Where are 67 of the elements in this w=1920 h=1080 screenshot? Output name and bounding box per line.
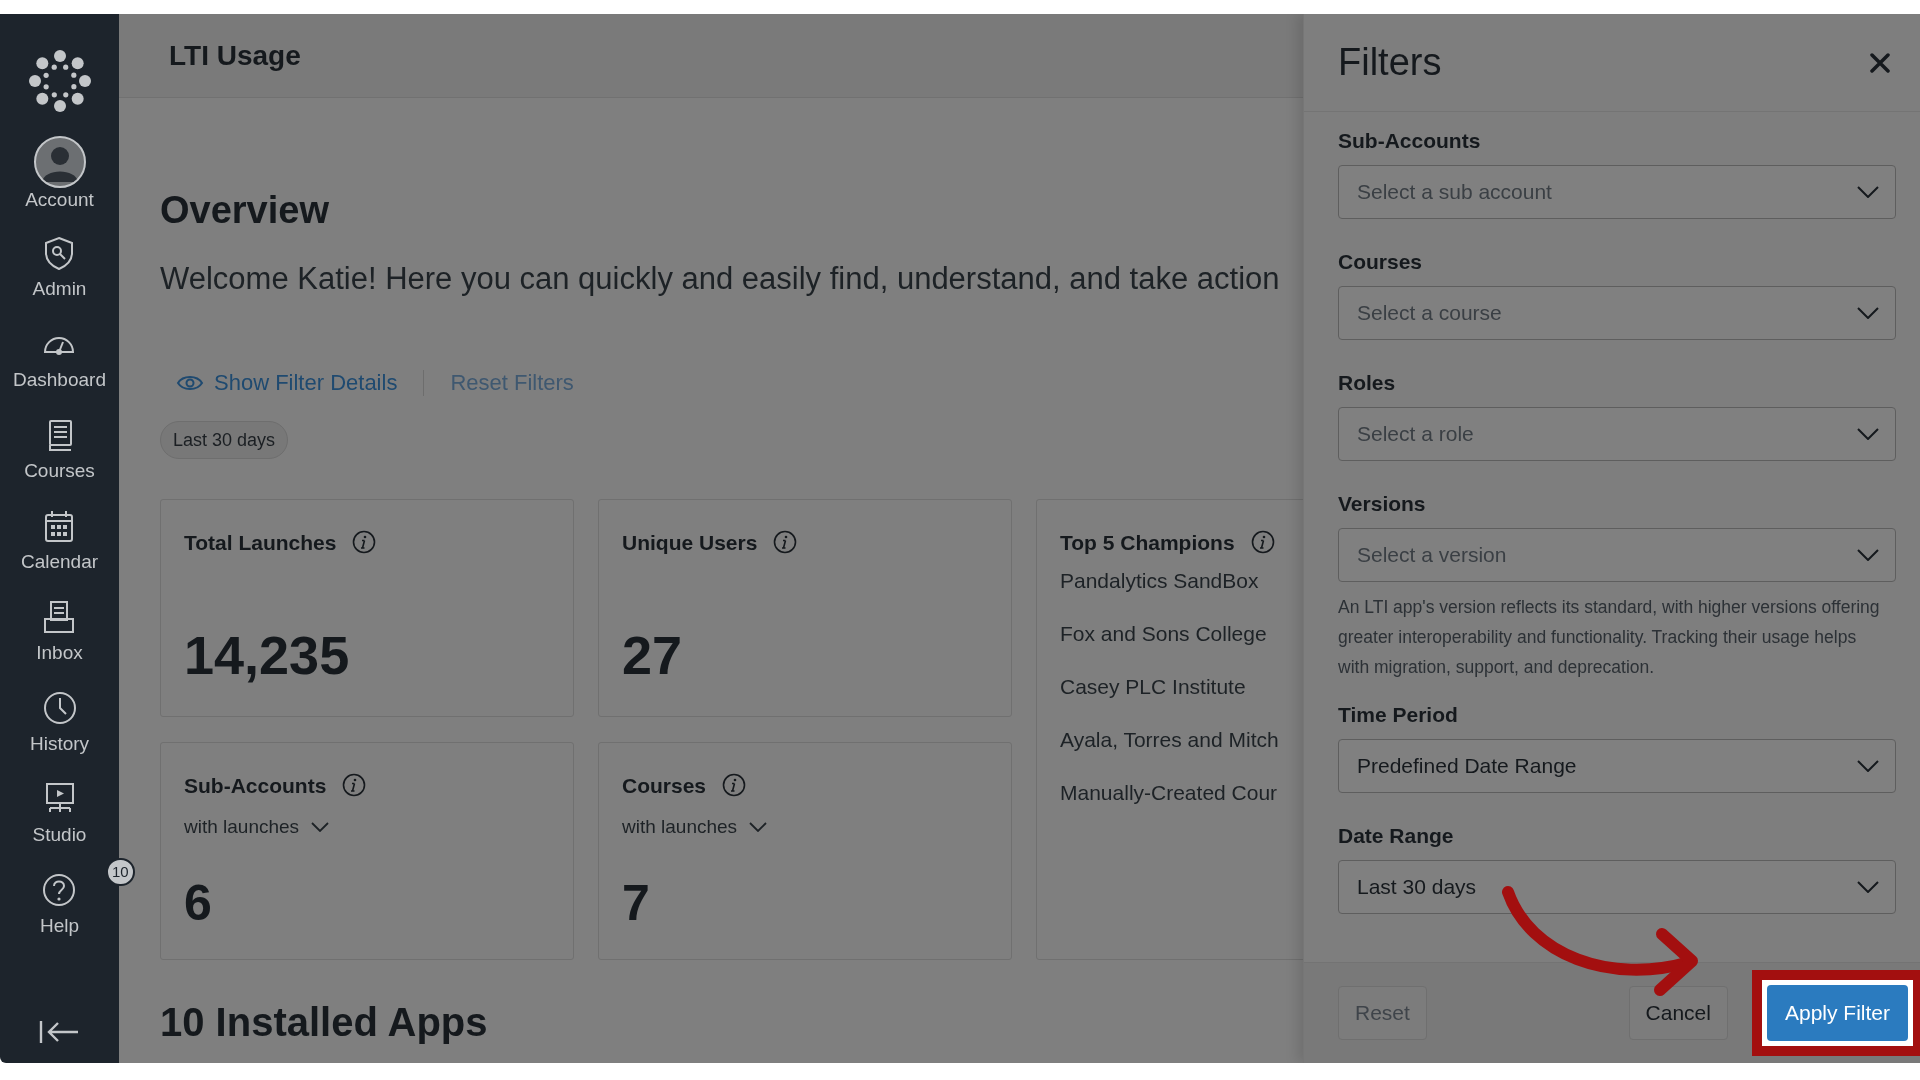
nav-item[interactable]: Studio xyxy=(32,769,87,860)
clock-icon xyxy=(41,690,78,726)
collapse-icon[interactable] xyxy=(38,1019,80,1045)
launches-dropdown[interactable]: with launches xyxy=(622,813,768,842)
show-filter-details-link[interactable]: Show Filter Details xyxy=(176,366,398,399)
nav-item[interactable]: Admin xyxy=(32,223,87,314)
filter-button[interactable]: Cancel xyxy=(1628,986,1728,1040)
nav-item[interactable]: History xyxy=(29,678,90,769)
stat-value: 7 xyxy=(622,877,650,928)
page-title: LTI Usage xyxy=(169,38,301,73)
info-icon[interactable] xyxy=(342,773,367,797)
logo-icon[interactable] xyxy=(28,50,91,112)
stat-value: 6 xyxy=(184,877,212,928)
card-title: Total Launches xyxy=(184,531,337,553)
chevron-down-icon xyxy=(1857,307,1879,319)
field-label: Date Range xyxy=(1338,825,1455,846)
champion-name: Pandalytics SandBox xyxy=(1060,570,1259,591)
avatar-icon xyxy=(33,136,86,188)
champion-name: Fox and Sons College xyxy=(1060,623,1267,644)
chevron-down-icon xyxy=(1857,428,1879,440)
info-icon[interactable] xyxy=(1250,530,1275,554)
nav-item[interactable]: Inbox xyxy=(36,587,83,678)
overview-heading: Overview xyxy=(160,191,330,229)
field-label: Roles xyxy=(1338,372,1397,393)
chevron-down-icon xyxy=(749,822,768,833)
eye-icon xyxy=(176,373,204,392)
chevron-down-icon xyxy=(1857,549,1879,561)
welcome-text: Welcome Katie! Here you can quickly and easily find, understand, and take action xyxy=(160,263,1281,294)
field-label: Courses xyxy=(1338,251,1424,272)
card-title: Unique Users xyxy=(622,531,758,553)
panel-title: Filters xyxy=(1338,40,1442,85)
chevron-down-icon xyxy=(1857,186,1879,198)
close-icon[interactable] xyxy=(1870,52,1890,73)
launches-dropdown[interactable]: with launches xyxy=(184,813,330,842)
info-icon[interactable] xyxy=(773,530,798,554)
champion-name: Ayala, Torres and Mitch xyxy=(1060,729,1279,750)
champion-name: Casey PLC Institute xyxy=(1060,676,1246,697)
champion-name: Manually-Created Cour xyxy=(1060,782,1278,803)
help-icon xyxy=(41,872,78,908)
field-label: Sub-Accounts xyxy=(1338,130,1482,151)
select-field[interactable]: Predefined Date Range xyxy=(1338,739,1896,793)
help-text: An LTI app's version reflects its standard, with higher versions offering greater interoperability and functionality. Tracking their usage helps with migration, support, and deprecation. xyxy=(1338,596,1881,679)
info-icon[interactable] xyxy=(722,773,747,797)
apply-filter-button[interactable]: Apply Filter xyxy=(1766,985,1908,1041)
select-field[interactable]: Select a version xyxy=(1338,528,1896,582)
field-label: Time Period xyxy=(1338,704,1459,725)
stat-value: 14,235 xyxy=(184,628,350,682)
card-title: Top 5 Champions xyxy=(1060,531,1235,553)
stat-value: 27 xyxy=(622,628,683,682)
installed-apps-heading: 10 Installed Apps xyxy=(160,1002,489,1042)
select-field[interactable]: Select a role xyxy=(1338,407,1896,461)
select-field[interactable]: Last 30 days xyxy=(1338,860,1896,914)
nav-item[interactable]: Dashboard xyxy=(13,314,106,405)
notification-badge: 10 xyxy=(105,858,135,886)
info-icon[interactable] xyxy=(352,530,377,554)
chevron-down-icon xyxy=(1857,760,1879,772)
nav-item[interactable]: Calendar xyxy=(20,496,99,587)
select-field[interactable]: Select a course xyxy=(1338,286,1896,340)
card-title: Sub-Accounts xyxy=(184,774,327,796)
chevron-down-icon xyxy=(311,822,330,833)
nav-item[interactable]: Account xyxy=(25,132,94,223)
nav-item[interactable]: Courses xyxy=(24,405,95,496)
field-label: Versions xyxy=(1338,493,1427,514)
chevron-down-icon xyxy=(1857,881,1879,893)
select-field[interactable]: Select a sub account xyxy=(1338,165,1896,219)
card-title: Courses xyxy=(622,774,707,796)
date-range-chip: Last 30 days xyxy=(160,421,289,459)
